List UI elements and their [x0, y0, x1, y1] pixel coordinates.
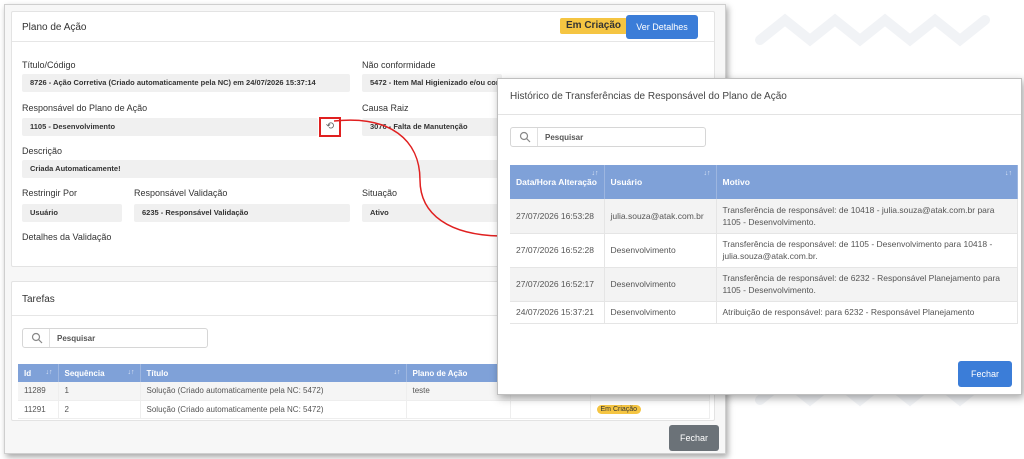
tarefas-title: Tarefas	[22, 294, 55, 305]
historico-table: Data/Hora Alteração ↓↑ Usuário ↓↑ Motivo ↓↑…	[510, 165, 1018, 324]
situacao-field: Ativo	[362, 204, 502, 222]
plano-acao-title: Plano de Ação	[22, 22, 87, 33]
cell-plano	[406, 400, 511, 419]
table-row[interactable]: 27/07/2026 16:53:28 julia.souza@atak.com…	[510, 199, 1018, 234]
cell-id: 11289	[18, 382, 59, 401]
titulo-field: 8726 - Ação Corretiva (Criado automatica…	[22, 74, 350, 92]
col-motivo[interactable]: Motivo ↓↑	[716, 165, 1018, 199]
cell-datahora: 27/07/2026 16:52:28	[510, 233, 605, 268]
search-icon	[519, 131, 531, 143]
fechar-button[interactable]: Fechar	[669, 425, 719, 451]
col-datahora[interactable]: Data/Hora Alteração ↓↑	[510, 165, 605, 199]
responsavel-label: Responsável do Plano de Ação	[22, 103, 148, 113]
table-row[interactable]: 11291 2 Solução (Criado automaticamente …	[18, 400, 710, 419]
nao-conformidade-field: 5472 - Item Mal Higienizado e/ou com res…	[362, 74, 502, 92]
detalhes-validacao-label: Detalhes da Validação	[22, 232, 112, 242]
cell-usuario: Desenvolvimento	[604, 301, 717, 324]
causa-raiz-field: 3076 - Falta de Manutenção	[362, 118, 502, 136]
cell-titulo: Solução (Criado automaticamente pela NC:…	[140, 382, 407, 401]
modal-title: Histórico de Transferências de Responsáv…	[510, 91, 787, 102]
historico-modal: Histórico de Transferências de Responsáv…	[497, 78, 1022, 395]
cell-motivo: Atribuição de responsável: para 6232 - R…	[716, 301, 1018, 324]
cell-motivo: Transferência de responsável: de 10418 -…	[716, 199, 1018, 234]
cell-datahora: 27/07/2026 16:52:17	[510, 267, 605, 302]
titulo-label: Título/Código	[22, 60, 76, 70]
cell-extra	[510, 400, 591, 419]
col-titulo[interactable]: Título ↓↑	[140, 364, 407, 382]
tarefas-search-input[interactable]	[57, 331, 197, 345]
col-id[interactable]: Id ↓↑	[18, 364, 59, 382]
ver-detalhes-button[interactable]: Ver Detalhes	[626, 15, 698, 39]
cell-motivo: Transferência de responsável: de 6232 - …	[716, 267, 1018, 302]
responsavel-field: 1105 - Desenvolvimento	[22, 118, 318, 136]
col-plano-acao[interactable]: Plano de Ação	[406, 364, 511, 382]
cell-plano: teste	[406, 382, 511, 401]
modal-search	[510, 127, 706, 147]
cell-motivo: Transferência de responsável: de 1105 - …	[716, 233, 1018, 268]
table-row[interactable]: 27/07/2026 16:52:28 Desenvolvimento Tran…	[510, 233, 1018, 268]
resp-validacao-field: 6235 - Responsável Validação	[134, 204, 350, 222]
cell-id: 11291	[18, 400, 59, 419]
status-pill: Em Criação	[596, 405, 642, 414]
search-icon	[31, 332, 43, 344]
cell-seq: 2	[58, 400, 141, 419]
situacao-label: Situação	[362, 188, 398, 198]
cell-status: Em Criação	[590, 400, 710, 419]
plano-acao-header: Plano de Ação Em Criação Ver Detalhes	[12, 12, 714, 42]
search-separator	[49, 329, 50, 347]
history-icon: ⟲	[325, 121, 335, 132]
table-row[interactable]: 27/07/2026 16:52:17 Desenvolvimento Tran…	[510, 267, 1018, 302]
history-button[interactable]: ⟲	[319, 117, 341, 137]
modal-header: Histórico de Transferências de Responsáv…	[498, 79, 1021, 115]
col-sequencia[interactable]: Sequência ↓↑	[58, 364, 141, 382]
modal-search-input[interactable]	[545, 130, 695, 144]
nao-conformidade-label: Não conformidade	[362, 60, 436, 70]
cell-usuario: Desenvolvimento	[604, 267, 717, 302]
cell-datahora: 27/07/2026 16:53:28	[510, 199, 605, 234]
cell-seq: 1	[58, 382, 141, 401]
historico-table-header: Data/Hora Alteração ↓↑ Usuário ↓↑ Motivo ↓↑	[510, 165, 1018, 199]
cell-usuario: Desenvolvimento	[604, 233, 717, 268]
cell-usuario: julia.souza@atak.com.br	[604, 199, 717, 234]
table-row[interactable]: 24/07/2026 15:37:21 Desenvolvimento Atri…	[510, 301, 1018, 324]
causa-raiz-label: Causa Raiz	[362, 103, 409, 113]
restringir-field: Usuário	[22, 204, 122, 222]
cell-titulo: Solução (Criado automaticamente pela NC:…	[140, 400, 407, 419]
resp-validacao-label: Responsável Validação	[134, 188, 228, 198]
cell-datahora: 24/07/2026 15:37:21	[510, 301, 605, 324]
status-badge: Em Criação	[560, 18, 628, 34]
col-usuario[interactable]: Usuário ↓↑	[604, 165, 717, 199]
restringir-label: Restringir Por	[22, 188, 78, 198]
modal-fechar-button[interactable]: Fechar	[958, 361, 1012, 387]
tarefas-search	[22, 328, 208, 348]
descricao-field: Criada Automaticamente!	[22, 160, 502, 178]
search-separator	[537, 128, 538, 146]
descricao-label: Descrição	[22, 146, 63, 156]
